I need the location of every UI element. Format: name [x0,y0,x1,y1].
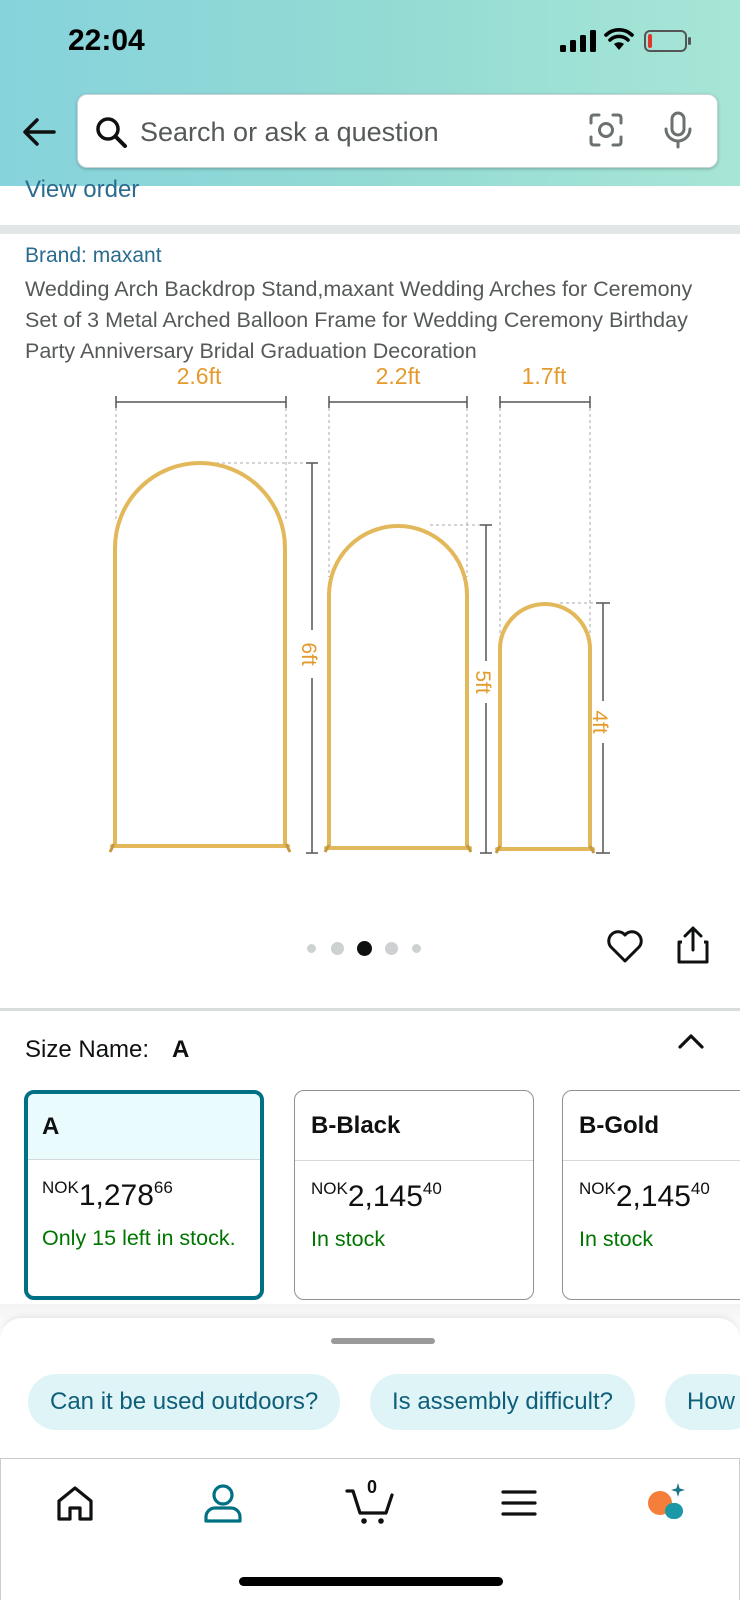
sheet-grabber[interactable] [331,1338,435,1344]
size-options: A NOK1,27866 Only 15 left in stock. B-Bl… [0,1090,740,1302]
heart-icon[interactable] [606,928,644,964]
arch-large [110,461,290,848]
cellular-signal-icon [560,30,596,52]
account-icon[interactable] [201,1481,245,1525]
wifi-icon [604,28,634,50]
question-chip[interactable]: How [665,1374,740,1430]
size-option-name: B-Gold [563,1091,740,1161]
price: NOK2,14540 [311,1179,442,1213]
arch-medium [324,524,472,850]
height-label-1: 6ft [297,642,320,666]
question-chip[interactable]: Can it be used outdoors? [28,1374,341,1430]
back-arrow-icon[interactable] [20,112,60,152]
camera-scan-icon[interactable] [588,112,624,148]
carousel-dot-active[interactable] [357,941,372,956]
bottom-tab-bar: 0 [0,1458,740,1600]
menu-icon[interactable] [497,1481,541,1525]
size-name-value: A [172,1036,190,1063]
size-option-name: A [28,1094,260,1160]
size-option-name: B-Black [295,1091,533,1161]
width-label-1: 2.6ft [177,363,222,389]
cart-count: 0 [367,1477,378,1497]
width-label-3: 1.7ft [522,363,567,389]
size-option-b-gold[interactable]: B-Gold NOK2,14540 In stock [562,1090,740,1300]
share-icon[interactable] [676,926,710,964]
search-input[interactable] [140,113,570,151]
height-label-2: 5ft [471,670,494,694]
size-name-label: Size Name: [25,1036,150,1063]
section-divider [0,225,740,234]
width-label-2: 2.2ft [376,363,421,389]
suggested-questions: Can it be used outdoors? Is assembly dif… [0,1374,740,1432]
question-chip[interactable]: Is assembly difficult? [370,1374,635,1430]
carousel-dot[interactable] [385,942,398,955]
product-image[interactable]: 2.6ft 2.2ft 1.7ft 6ft 5ft 4ft [100,362,640,878]
brand-link[interactable]: Brand: maxant [25,244,162,268]
header: 22:04 [0,0,740,186]
stock-status: Only 15 left in stock. [42,1226,236,1250]
product-title: Wedding Arch Backdrop Stand,maxant Weddi… [25,277,693,363]
home-indicator [239,1577,503,1586]
size-option-b-black[interactable]: B-Black NOK2,14540 In stock [294,1090,534,1300]
price: NOK2,14540 [579,1179,710,1213]
home-icon[interactable] [53,1481,97,1525]
carousel-dot[interactable] [307,944,316,953]
stock-status: In stock [579,1227,654,1251]
price: NOK1,27866 [42,1178,173,1212]
search-bar[interactable] [77,94,718,168]
stock-status: In stock [311,1227,386,1251]
search-icon [96,117,127,148]
rufus-assistant-icon[interactable] [645,1481,689,1525]
section-divider [0,1008,740,1011]
microphone-icon[interactable] [663,111,693,149]
carousel-dot[interactable] [331,942,344,955]
carousel-dot[interactable] [412,944,421,953]
chevron-up-icon[interactable] [676,1030,706,1052]
battery-icon [644,30,691,52]
view-order-link[interactable]: View order [25,176,139,200]
status-time: 22:04 [68,24,145,57]
image-carousel-dots[interactable] [307,938,433,958]
arch-small [495,602,595,851]
size-option-a[interactable]: A NOK1,27866 Only 15 left in stock. [24,1090,264,1300]
